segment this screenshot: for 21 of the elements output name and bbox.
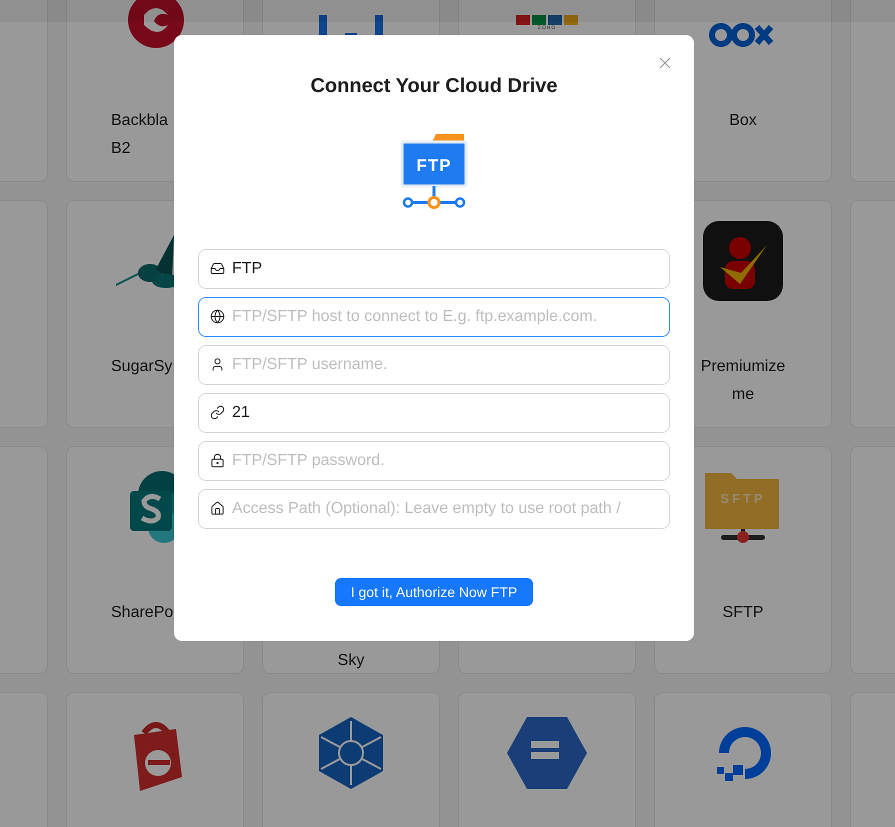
service-name: Premiumize (700, 357, 786, 377)
text-field[interactable]: FTP (198, 249, 670, 289)
service-name: SharePo (111, 603, 174, 623)
service-name: me (732, 385, 754, 405)
text-field[interactable]: FTP/SFTP host to connect to E.g. ftp.example.com. (198, 297, 670, 337)
service-name: Box (729, 111, 757, 131)
service-name: Backbla (111, 111, 168, 131)
person-check-icon (703, 221, 783, 301)
link-icon (210, 405, 225, 420)
inbox-icon (210, 261, 225, 276)
service-name: SugarSy (111, 357, 172, 377)
dialog-title: Connect Your Cloud Drive (310, 74, 558, 99)
home-icon (210, 501, 225, 516)
service-name: Sky (338, 651, 364, 671)
authorize-button[interactable]: I got it, Authorize Now FTP (334, 578, 534, 606)
text-field[interactable]: 21 (198, 393, 670, 433)
globe-icon (210, 309, 225, 324)
service-name: B2 (111, 139, 131, 159)
user-icon (210, 357, 225, 372)
lock-icon (210, 453, 225, 468)
service-name: SFTP (722, 603, 764, 623)
